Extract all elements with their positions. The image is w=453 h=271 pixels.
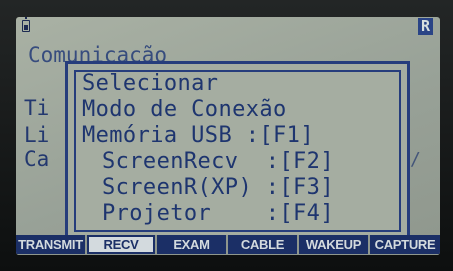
softkey-exam[interactable]: EXAM [157, 235, 226, 254]
battery-icon [22, 17, 30, 32]
option-projector[interactable]: Projetor :[F4] [82, 202, 334, 226]
softkey-transmit[interactable]: TRANSMIT [16, 235, 85, 254]
option-key: :[F3] [265, 175, 334, 200]
background-menu-item-1: Ti [24, 96, 50, 120]
option-screenrecv[interactable]: ScreenRecv :[F2] [82, 150, 334, 174]
softkey-capture[interactable]: CAPTURE [370, 235, 440, 254]
connection-mode-dialog: Selecionar Modo de Conexão Memória USB :… [65, 61, 410, 240]
function-key-bar: TRANSMIT RECV EXAM CABLE WAKEUP CAPTURE [16, 235, 440, 255]
background-menu-item-3: Ca [24, 147, 50, 171]
dialog-title: Selecionar [82, 71, 219, 96]
option-key: :[F2] [265, 149, 334, 174]
option-label: ScreenR(XP) [102, 175, 266, 200]
option-label: Projetor [102, 201, 266, 226]
option-key: :[F4] [265, 201, 334, 226]
option-label: Memória USB [82, 123, 246, 148]
option-key: :[F1] [245, 123, 314, 148]
status-bar: R [16, 17, 440, 35]
lcd-screen: R Comunicação Ti Li Ca / Selecionar Modo… [16, 17, 440, 255]
dialog-subtitle: Modo de Conexão [82, 97, 287, 122]
option-label: ScreenRecv [102, 149, 266, 174]
softkey-wakeup[interactable]: WAKEUP [299, 235, 368, 254]
background-menu-item-2: Li [24, 123, 50, 147]
softkey-recv[interactable]: RECV [87, 235, 155, 254]
background-glyph: / [410, 149, 421, 170]
mode-badge: R [418, 18, 433, 35]
option-usb-memory[interactable]: Memória USB :[F1] [82, 124, 314, 148]
option-screenr-xp[interactable]: ScreenR(XP) :[F3] [82, 176, 334, 200]
softkey-cable[interactable]: CABLE [228, 235, 297, 254]
